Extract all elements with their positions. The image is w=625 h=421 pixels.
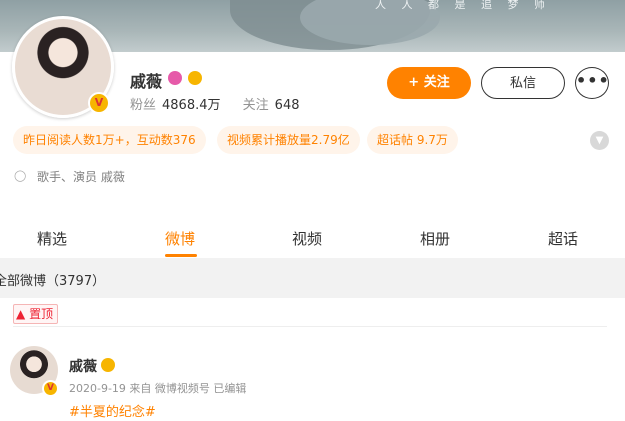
pinned-label: 置顶 [29, 307, 54, 321]
post-author-name[interactable]: 戚薇 [69, 356, 97, 376]
post-verified-v-icon: V [42, 380, 59, 397]
tab-weibo[interactable]: 微博 [165, 228, 195, 249]
following-count[interactable]: 648 [275, 98, 300, 113]
verification-info: 歌手、演员 戚薇 [37, 170, 125, 184]
crown-icon[interactable] [188, 71, 202, 85]
tab-super-topic[interactable]: 超话 [548, 228, 578, 249]
shield-icon: ◯ [14, 169, 27, 182]
pin-icon: ▲ [16, 307, 26, 321]
message-button[interactable]: 私信 [481, 67, 565, 99]
tab-featured[interactable]: 精选 [37, 228, 67, 249]
super-topic-posts-tag[interactable]: 超话帖 9.7万 [367, 126, 458, 154]
profile-stats: 粉丝 4868.4万 关注 648 [130, 94, 300, 113]
follow-button[interactable]: + 关注 [387, 67, 471, 99]
profile-name: 戚薇 [130, 72, 163, 91]
fans-count[interactable]: 4868.4万 [162, 98, 221, 113]
verified-v-icon: V [88, 92, 110, 114]
more-options-button[interactable]: ••• [575, 67, 609, 99]
profile-tabs: 精选 微博 视频 相册 超话 [0, 218, 625, 258]
expand-chevron-icon[interactable]: ▼ [590, 131, 609, 150]
video-plays-tag[interactable]: 视频累计播放量2.79亿 [217, 126, 360, 154]
post-crown-icon[interactable] [101, 358, 115, 372]
following-label: 关注 [242, 98, 269, 113]
all-posts-count[interactable]: 全部微博（3797） [0, 270, 105, 289]
post-topic-link[interactable]: #半夏的纪念# [69, 401, 156, 420]
read-stats-tag[interactable]: 昨日阅读人数1万+，互动数376 [13, 126, 206, 154]
tab-video[interactable]: 视频 [292, 228, 322, 249]
super-topic-icon[interactable] [168, 71, 182, 85]
divider [13, 326, 607, 327]
banner-slogan: 人 人 都 是 追 梦 师 [375, 0, 551, 11]
tab-album[interactable]: 相册 [420, 228, 450, 249]
post-meta: 2020-9-19 来自 微博视频号 已编辑 [69, 382, 247, 395]
active-tab-indicator [165, 254, 197, 257]
pinned-badge: ▲ 置顶 [13, 304, 59, 324]
fans-label: 粉丝 [130, 98, 157, 113]
